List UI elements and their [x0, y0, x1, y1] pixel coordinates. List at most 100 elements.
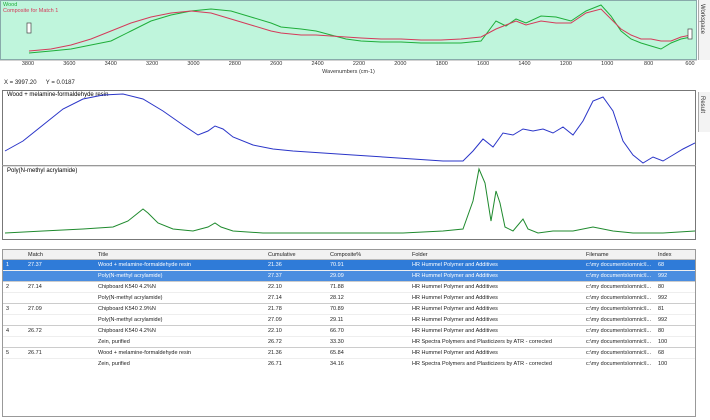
cell-file: c:\my documents\omnic\l...: [583, 336, 655, 348]
composite-spectrum-line: [28, 8, 692, 52]
cell-num: 1: [3, 259, 25, 271]
cell-idx: 992: [655, 292, 695, 304]
table-body: 1 27.37 Wood + melamine-formaldehyde resin…: [3, 259, 695, 369]
cell-cum: 21.36: [265, 347, 327, 359]
cell-cum: 27.37: [265, 270, 327, 282]
x-axis: 3800 3600 3400 3200 3000 2800 2600 2400 2200 2000…: [0, 60, 697, 77]
cell-num: 3: [3, 303, 25, 315]
cell-cum: 22.10: [265, 281, 327, 293]
plot-divider: [2, 165, 696, 166]
table-row[interactable]: 3 27.09 Chipboard K540 2.9%N 21.78 70.89 HR H…: [3, 303, 695, 315]
cell-num: 5: [3, 347, 25, 359]
x-tick-label: 3600: [63, 61, 76, 67]
x-tick-label: 1400: [518, 61, 531, 67]
header-folder[interactable]: Folder: [409, 250, 583, 260]
cell-match: 26.71: [25, 347, 95, 359]
cell-title: Chipboard K540 2.9%N: [95, 303, 265, 315]
header-filename[interactable]: Filename: [583, 250, 655, 260]
cell-comp: 70.91: [327, 259, 409, 271]
cell-match: [25, 358, 95, 369]
table-row[interactable]: 4 26.72 Chipboard K540 4.2%N 22.10 66.70 HR H…: [3, 325, 695, 337]
cell-folder: HR Spectra Polymers and Plasticizers by …: [409, 336, 583, 348]
cell-idx: 100: [655, 336, 695, 348]
cell-cum: 21.36: [265, 259, 327, 271]
x-tick-label: 3800: [21, 61, 35, 67]
cell-num: [3, 270, 25, 282]
cell-title: Chipboard K540 4.2%N: [95, 325, 265, 337]
cell-folder: HR Hummel Polymer and Additives: [409, 347, 583, 359]
cell-file: c:\my documents\omnic\l...: [583, 292, 655, 304]
cell-comp: 33.30: [327, 336, 409, 348]
workspace-tab[interactable]: Workspace: [698, 0, 710, 60]
x-tick-label: 1200: [559, 61, 572, 67]
x-axis-label: Wavenumbers (cm-1): [322, 69, 375, 75]
cell-cum: 22.10: [265, 325, 327, 337]
legend-composite: Composite for Match 1: [3, 8, 59, 14]
header-composite[interactable]: Composite%: [327, 250, 409, 260]
cell-match: 26.72: [25, 325, 95, 337]
cell-title: Wood + melamine-formaldehyde resin: [95, 259, 265, 271]
cell-title: Poly(N-methyl acrylamide): [95, 292, 265, 304]
cell-folder: HR Hummel Polymer and Additives: [409, 303, 583, 315]
start-marker[interactable]: [26, 22, 32, 34]
result-tab[interactable]: Result: [698, 92, 710, 132]
cell-title: Zein, purified: [95, 358, 265, 369]
cell-folder: HR Hummel Polymer and Additives: [409, 325, 583, 337]
cell-comp: 29.11: [327, 314, 409, 326]
x-tick-label: 2600: [270, 61, 283, 67]
cell-title: Chipboard K540 4.2%N: [95, 281, 265, 293]
cell-idx: 68: [655, 259, 695, 271]
cell-file: c:\my documents\omnic\l...: [583, 325, 655, 337]
cell-idx: 80: [655, 325, 695, 337]
header-num[interactable]: [3, 250, 25, 260]
header-title[interactable]: Title: [95, 250, 265, 260]
table-row[interactable]: 1 27.37 Wood + melamine-formaldehyde resin…: [3, 259, 695, 271]
x-tick-label: 3000: [187, 61, 200, 67]
cell-title: Zein, purified: [95, 336, 265, 348]
table-row[interactable]: Poly(N-methyl acrylamide) 27.37 29.09 HR Hu…: [3, 270, 695, 282]
cursor-coordinates: X = 3997.20 Y = 0.0187: [0, 77, 697, 89]
x-tick-label: 1000: [601, 61, 614, 67]
cell-num: [3, 292, 25, 304]
cell-comp: 66.70: [327, 325, 409, 337]
header-cumulative[interactable]: Cumulative: [265, 250, 327, 260]
cell-num: [3, 314, 25, 326]
header-match[interactable]: Match: [25, 250, 95, 260]
table-row[interactable]: Zein, purified 26.72 33.30 HR Spectra Polym…: [3, 336, 695, 348]
table-row[interactable]: 2 27.14 Chipboard K540 4.2%N 22.10 71.88 HR H…: [3, 281, 695, 293]
x-tick-label: 2200: [352, 61, 366, 67]
cell-match: 27.14: [25, 281, 95, 293]
table-row[interactable]: Poly(N-methyl acrylamide) 27.14 28.12 HR Hu…: [3, 292, 695, 304]
cell-folder: HR Hummel Polymer and Additives: [409, 314, 583, 326]
cell-file: c:\my documents\omnic\l...: [583, 347, 655, 359]
cell-comp: 29.09: [327, 270, 409, 282]
cell-file: c:\my documents\omnic\l...: [583, 358, 655, 369]
results-grid: Match Title Cumulative Composite% Folder…: [3, 250, 695, 369]
x-tick-label: 2400: [311, 61, 324, 67]
cell-file: c:\my documents\omnic\l...: [583, 314, 655, 326]
table-row[interactable]: 5 26.71 Wood + melamine-formaldehyde resin…: [3, 347, 695, 359]
result-tab-label: Result: [699, 96, 705, 114]
cell-cum: 26.71: [265, 358, 327, 369]
cell-file: c:\my documents\omnic\l...: [583, 303, 655, 315]
cell-comp: 28.12: [327, 292, 409, 304]
cell-num: [3, 336, 25, 348]
cursor-x: X = 3997.20: [4, 80, 37, 86]
cell-title: Poly(N-methyl acrylamide): [95, 270, 265, 282]
cell-cum: 27.09: [265, 314, 327, 326]
overlay-spectrum-svg: [26, 4, 693, 54]
wood-spectrum-line: [28, 4, 692, 54]
cell-comp: 70.89: [327, 303, 409, 315]
cell-folder: HR Hummel Polymer and Additives: [409, 259, 583, 271]
table-row[interactable]: Zein, purified 26.71 34.16 HR Spectra Polym…: [3, 358, 695, 369]
x-tick-label: 2800: [228, 61, 241, 67]
overlay-spectrum-plot[interactable]: Wood Composite for Match 1: [0, 0, 697, 60]
cell-idx: 68: [655, 347, 695, 359]
cell-comp: 34.16: [327, 358, 409, 369]
poly-acrylamide-spectrum-line: [4, 167, 695, 234]
end-marker[interactable]: [687, 28, 693, 40]
cell-num: 2: [3, 281, 25, 293]
table-row[interactable]: Poly(N-methyl acrylamide) 27.09 29.11 HR Hu…: [3, 314, 695, 326]
header-index[interactable]: Index: [655, 250, 695, 260]
table-header-row: Match Title Cumulative Composite% Folder…: [3, 250, 695, 260]
